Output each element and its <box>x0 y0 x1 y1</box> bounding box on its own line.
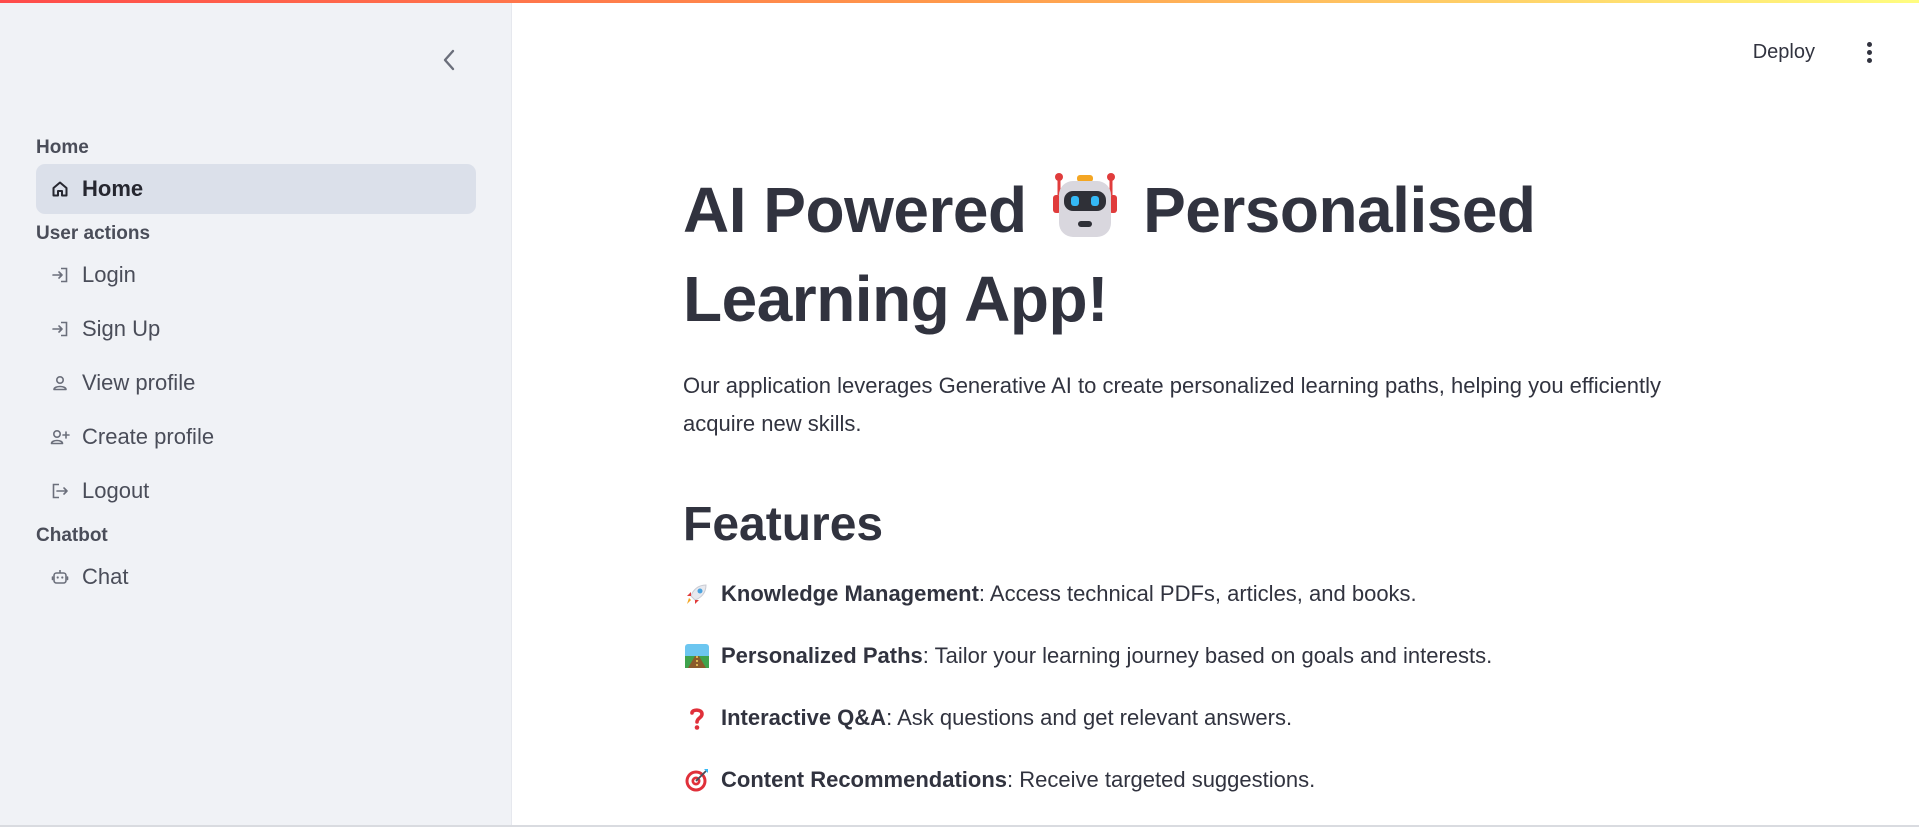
kebab-dot <box>1866 49 1872 55</box>
sidebar-item-login[interactable]: Login <box>36 250 476 300</box>
sidebar-item-create-profile[interactable]: Create profile <box>36 412 476 462</box>
login-icon <box>50 265 70 285</box>
kebab-menu-icon <box>1866 41 1872 47</box>
sidebar-item-chat[interactable]: Chat <box>36 552 476 602</box>
collapse-sidebar-button[interactable] <box>436 45 462 75</box>
sidebar-item-label: Logout <box>82 478 150 503</box>
feature-item: Interactive Q&A: Ask questions and get r… <box>683 699 1703 761</box>
person-icon <box>50 373 70 393</box>
intro-text: Our application leverages Generative AI … <box>683 373 1661 437</box>
sidebar-item-home[interactable]: Home <box>36 164 476 214</box>
sidebar-item-label: Chat <box>82 564 129 589</box>
feature-desc: : Ask questions and get relevant answers… <box>886 705 1293 731</box>
feature-text: Knowledge Management: Access technical P… <box>721 575 1417 613</box>
sidebar-item-label: Home <box>82 176 144 201</box>
chevron-left-icon <box>443 49 455 71</box>
feature-desc: : Tailor your learning journey based on … <box>922 643 1493 669</box>
feature-list: Knowledge Management: Access technical P… <box>683 575 1703 823</box>
person-add-icon <box>50 427 70 447</box>
section-header-chatbot: Chatbot <box>36 525 108 546</box>
feature-desc: : Access technical PDFs, articles, and b… <box>978 581 1417 607</box>
main-menu-button[interactable] <box>1859 38 1879 66</box>
deploy-button[interactable]: Deploy <box>1753 41 1815 64</box>
rocket-icon <box>683 580 711 608</box>
sidebar-item-sign-up[interactable]: Sign Up <box>36 304 476 354</box>
sidebar-item-label: Login <box>82 262 136 287</box>
feature-name: Knowledge Management <box>721 581 979 607</box>
sidebar: Home Home User actions Login Sign Up Vie… <box>0 0 512 827</box>
feature-item: Personalized Paths: Tailor your learning… <box>683 637 1703 699</box>
home-icon <box>50 179 70 199</box>
feature-name: Personalized Paths <box>721 643 923 669</box>
robot-icon <box>50 567 70 587</box>
sidebar-nav: Home Home User actions Login Sign Up Vie… <box>36 132 476 606</box>
page-title: AI Powered Personalised Learning App! <box>683 170 1703 339</box>
robot-emoji-icon <box>1050 171 1120 259</box>
sidebar-item-label: View profile <box>82 370 196 395</box>
feature-text: Content Recommendations: Receive targete… <box>721 761 1315 799</box>
feature-name: Content Recommendations <box>721 767 1008 793</box>
section-header-user-actions: User actions <box>36 223 151 244</box>
title-part-1: AI Powered <box>683 174 1027 246</box>
main-content: AI Powered Personalised Learning App! Ou… <box>683 170 1703 823</box>
feature-item: Content Recommendations: Receive targete… <box>683 761 1703 823</box>
sidebar-item-label: Create profile <box>82 424 215 449</box>
path-icon <box>683 642 711 670</box>
feature-text: Interactive Q&A: Ask questions and get r… <box>721 699 1292 737</box>
feature-desc: : Receive targeted suggestions. <box>1007 767 1316 793</box>
feature-name: Interactive Q&A <box>721 705 887 731</box>
target-icon <box>683 766 711 794</box>
feature-item: Knowledge Management: Access technical P… <box>683 575 1703 637</box>
top-decoration-bar <box>0 0 1919 3</box>
feature-text: Personalized Paths: Tailor your learning… <box>721 637 1492 675</box>
sidebar-item-logout[interactable]: Logout <box>36 466 476 516</box>
login-icon <box>50 319 70 339</box>
section-header-home: Home <box>36 137 89 158</box>
sidebar-item-view-profile[interactable]: View profile <box>36 358 476 408</box>
app-header-actions: Deploy <box>1753 38 1879 66</box>
sidebar-item-label: Sign Up <box>82 316 161 341</box>
question-icon <box>683 704 711 732</box>
kebab-dot <box>1866 57 1872 63</box>
logout-icon <box>50 481 70 501</box>
features-heading: Features <box>683 498 884 552</box>
